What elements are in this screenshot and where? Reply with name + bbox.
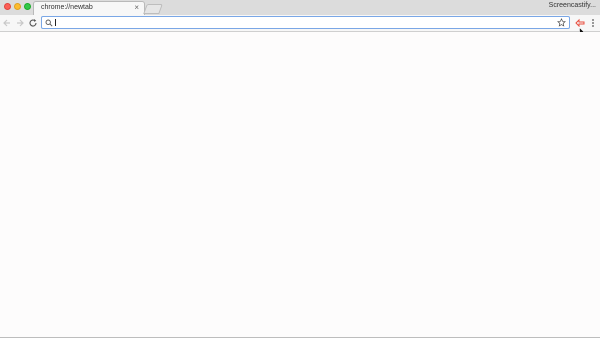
tab-close-icon[interactable]: × <box>134 3 139 13</box>
title-bar: chrome://newtab × Screencastify... <box>0 0 600 15</box>
address-bar[interactable] <box>41 16 570 29</box>
text-caret <box>55 19 56 26</box>
star-icon[interactable] <box>557 18 566 27</box>
page-content[interactable] <box>0 32 600 337</box>
search-icon <box>45 19 53 27</box>
forward-icon[interactable] <box>15 18 25 28</box>
window-close-button[interactable] <box>4 3 11 10</box>
profile-name[interactable]: Screencastify... <box>549 2 596 9</box>
tab-title: chrome://newtab <box>41 4 93 11</box>
back-icon[interactable] <box>2 18 12 28</box>
tab-newtab[interactable]: chrome://newtab × <box>33 1 145 15</box>
address-input[interactable] <box>54 18 554 27</box>
window-maximize-button[interactable] <box>24 3 31 10</box>
vertical-dots-menu-icon[interactable] <box>590 18 596 28</box>
browser-toolbar <box>0 15 600 32</box>
reload-icon[interactable] <box>28 18 38 28</box>
new-tab-button[interactable] <box>143 4 163 14</box>
window-minimize-button[interactable] <box>14 3 21 10</box>
